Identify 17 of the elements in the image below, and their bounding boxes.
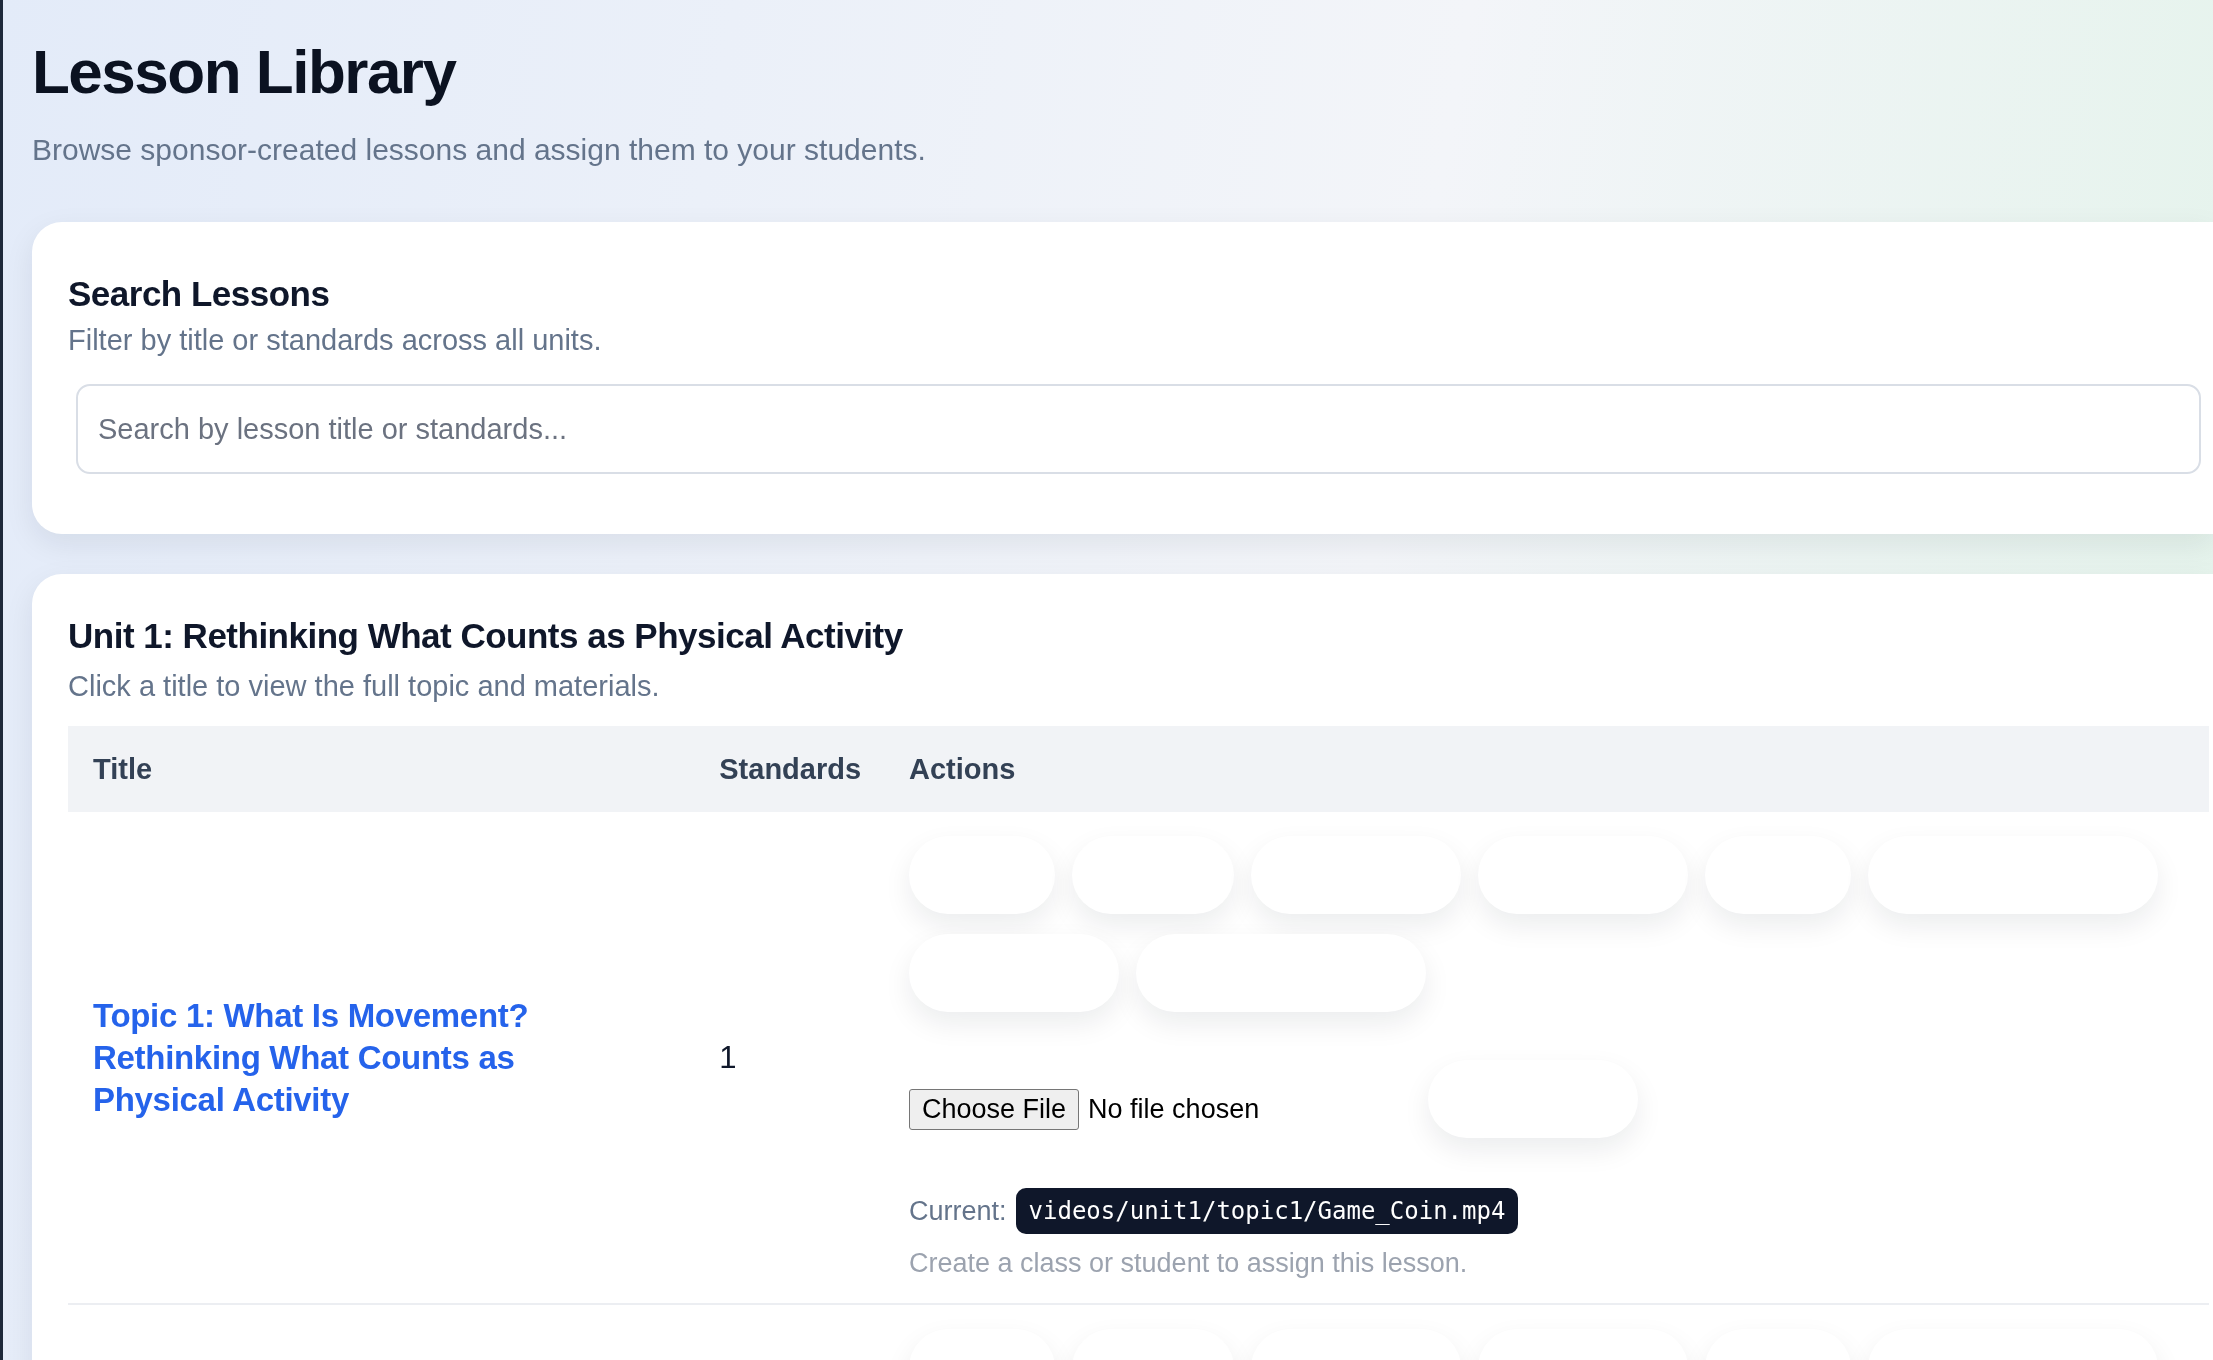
choose-file-button[interactable]: Choose File	[909, 1088, 1080, 1130]
page-title: Lesson Library	[32, 36, 458, 108]
topic-link[interactable]: Topic 1: What Is Movement? Rethinking What Counts as Physical Activity	[93, 994, 653, 1121]
unit-title: Unit 1: Rethinking What Counts as Physical Activity	[68, 615, 904, 657]
current-label: Current:	[909, 1195, 1007, 1227]
page-subtitle: Browse sponsor-created lessons and assign them to your students.	[32, 132, 927, 168]
file-status: No file chosen	[1088, 1093, 1261, 1125]
column-header: Title	[93, 752, 153, 786]
standards-value: 1	[719, 1039, 737, 1075]
search-description: Filter by title or standards across all units.	[68, 323, 603, 358]
file-path: videos/unit1/topic1/Game_Coin.mp4	[1015, 1188, 1519, 1234]
search-field[interactable]: Search by lesson title or standards...	[76, 384, 2201, 474]
unit-description: Click a title to view the full topic and materials.	[68, 669, 661, 704]
column-header: Actions	[909, 752, 1016, 786]
column-header: Standards	[719, 752, 862, 786]
search-title: Search Lessons	[68, 273, 331, 315]
assign-note: Create a class or student to assign this lesson.	[909, 1248, 1469, 1279]
